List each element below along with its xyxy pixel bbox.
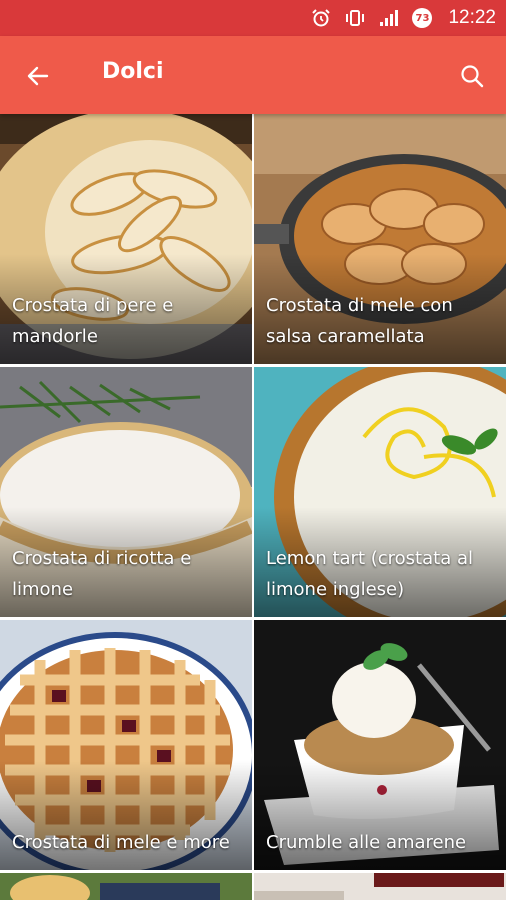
arrow-back-icon: [27, 66, 49, 86]
recipe-card[interactable]: Lemon tart (crostata al limone inglese): [254, 367, 506, 617]
alarm-icon: [310, 8, 332, 28]
recipe-card[interactable]: Crostata di mele con salsa caramellata: [254, 114, 506, 364]
badge-icon: 73: [412, 8, 433, 28]
search-icon: [461, 65, 484, 88]
status-bar: 73 12:22: [0, 0, 506, 36]
back-button[interactable]: [22, 60, 54, 92]
page-title: Dolci: [102, 59, 164, 84]
recipe-card-partial[interactable]: [0, 873, 252, 900]
signal-icon: [378, 8, 400, 28]
vibrate-icon: [344, 8, 366, 28]
status-clock: 12:22: [448, 7, 496, 28]
recipe-grid: Crostata di pere e mandorle Crostata di …: [0, 114, 506, 900]
search-button[interactable]: [456, 60, 488, 92]
recipe-title: Crostata di pere e mandorle: [12, 295, 174, 347]
recipe-card[interactable]: Crostata di pere e mandorle: [0, 114, 252, 364]
recipe-card[interactable]: Crumble alle amarene: [254, 620, 506, 870]
recipe-photo: [0, 873, 252, 900]
recipe-title: Crostata di mele e more: [12, 832, 230, 853]
recipe-title: Crostata di mele con salsa caramellata: [266, 295, 453, 347]
recipe-card-partial[interactable]: [254, 873, 506, 900]
recipe-photo: [254, 873, 506, 900]
app-bar: Dolci: [0, 36, 506, 114]
recipe-title: Crumble alle amarene: [266, 832, 467, 853]
recipe-card[interactable]: Crostata di mele e more: [0, 620, 252, 870]
recipe-title: Crostata di ricotta e limone: [12, 548, 192, 600]
recipe-card[interactable]: Crostata di ricotta e limone: [0, 367, 252, 617]
recipe-title: Lemon tart (crostata al limone inglese): [266, 548, 473, 600]
